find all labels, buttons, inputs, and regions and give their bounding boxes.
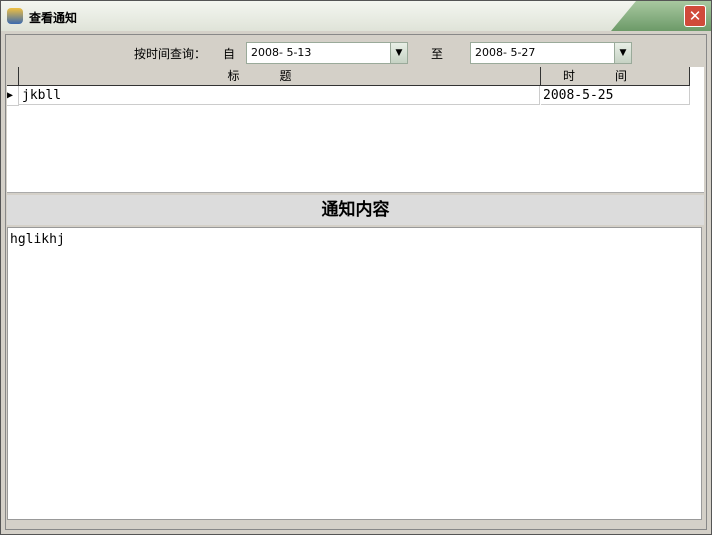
chevron-down-icon[interactable]: ▼ <box>390 43 407 63</box>
table-row-time[interactable]: 2008-5-25 <box>541 86 690 105</box>
notice-window: 查看通知 ✕ 按时间查询： 自 2008- 5-13 ▼ 至 2008- 5-27… <box>0 0 712 535</box>
title-bar: 查看通知 ✕ <box>1 1 711 31</box>
notice-content[interactable]: hglikhj <box>7 227 702 520</box>
row-header-corner <box>7 67 19 86</box>
column-header-time[interactable]: 时间 <box>541 67 690 86</box>
table-row-title[interactable]: jkbll <box>19 86 540 105</box>
close-button[interactable]: ✕ <box>684 5 706 27</box>
column-header-title[interactable]: 标题 <box>19 67 541 86</box>
main-panel: 按时间查询： 自 2008- 5-13 ▼ 至 2008- 5-27 ▼ 标题 时间… <box>5 34 707 530</box>
query-label: 按时间查询： <box>134 47 207 61</box>
from-label: 自 <box>223 47 236 61</box>
to-date-picker[interactable]: 2008- 5-27 ▼ <box>470 42 632 64</box>
window-title: 查看通知 <box>29 11 78 25</box>
from-date-value: 2008- 5-13 <box>251 46 312 59</box>
chevron-down-icon[interactable]: ▼ <box>614 43 631 63</box>
notice-table: 标题 时间 ▶ jkbll 2008-5-25 <box>7 67 704 193</box>
to-date-value: 2008- 5-27 <box>475 46 536 59</box>
to-label: 至 <box>431 47 444 61</box>
app-icon <box>7 8 23 24</box>
row-selector-arrow-icon[interactable]: ▶ <box>7 86 19 106</box>
from-date-picker[interactable]: 2008- 5-13 ▼ <box>246 42 408 64</box>
content-heading: 通知内容 <box>7 195 704 225</box>
